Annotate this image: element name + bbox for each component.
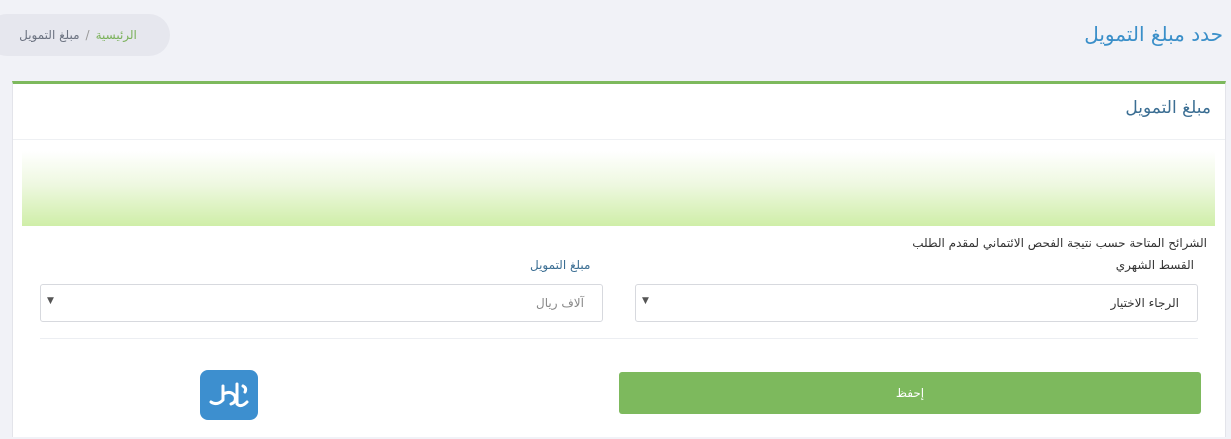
monthly-installment-label: القسط الشهري xyxy=(1115,258,1194,272)
financing-amount-label: مبلغ التمويل xyxy=(530,258,591,272)
breadcrumb-separator: / xyxy=(85,28,90,42)
monthly-installment-value: الرجاء الاختيار xyxy=(1110,296,1179,310)
monthly-installment-select[interactable]: الرجاء الاختيار ▼ xyxy=(635,284,1198,322)
eligibility-helper-text: الشرائح المتاحة حسب نتيجة الفحص الائتمان… xyxy=(912,236,1207,250)
breadcrumb-home-link[interactable]: الرئيسية xyxy=(96,28,137,42)
financing-amount-select[interactable]: آلاف ريال ▼ xyxy=(40,284,603,322)
financing-amount-value: آلاف ريال xyxy=(536,296,584,310)
card-divider xyxy=(13,139,1225,140)
save-button[interactable]: إحفظ xyxy=(619,372,1201,414)
dropdown-caret-icon: ▼ xyxy=(47,296,54,306)
card-title: مبلغ التمويل xyxy=(1125,98,1211,118)
brand-logo xyxy=(200,370,258,420)
form-divider xyxy=(40,338,1198,339)
dropdown-caret-icon: ▼ xyxy=(642,296,649,306)
breadcrumb-current: مبلغ التمويل xyxy=(19,28,80,42)
alert-banner xyxy=(22,151,1215,226)
brand-logo-mark xyxy=(209,382,249,408)
breadcrumb: الرئيسية / مبلغ التمويل xyxy=(0,14,170,56)
financing-amount-card: مبلغ التمويل الشرائح المتاحة حسب نتيجة ا… xyxy=(12,81,1226,437)
page-title: حدد مبلغ التمويل xyxy=(1084,22,1223,46)
